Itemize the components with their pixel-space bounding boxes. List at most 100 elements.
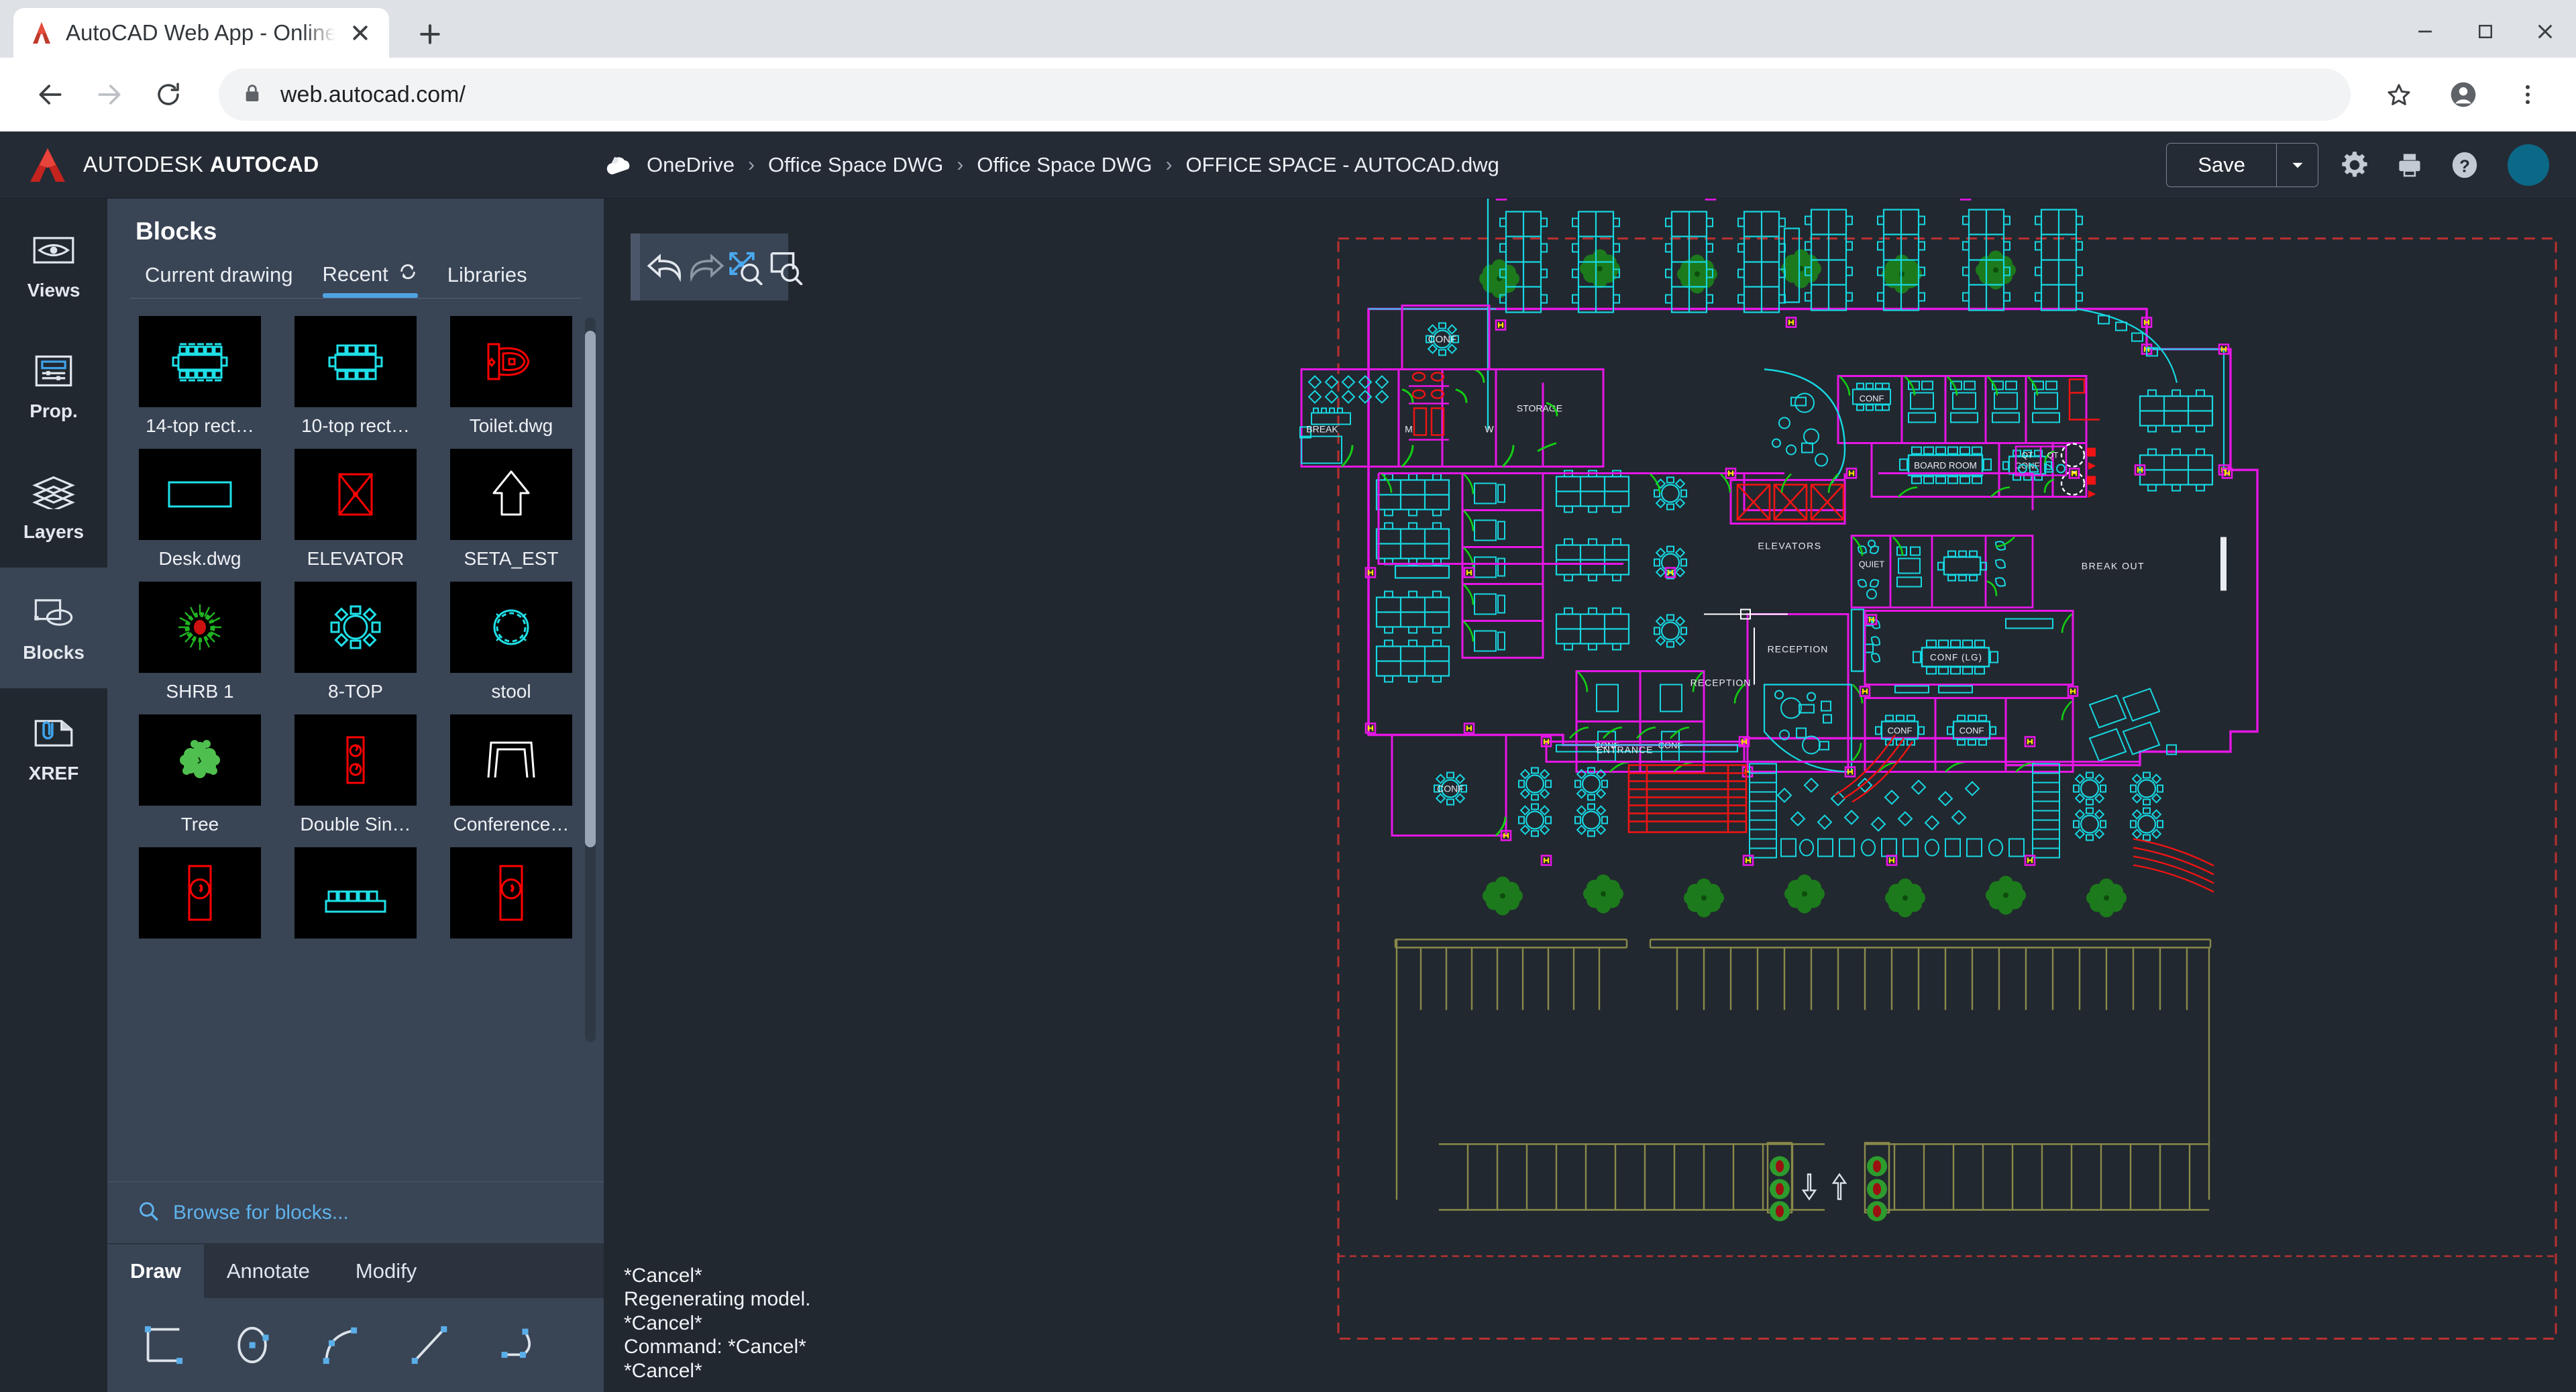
block-item[interactable]: Toilet.dwg: [441, 316, 581, 437]
tab-annotate[interactable]: Annotate: [204, 1244, 333, 1298]
sidebar-item-blocks[interactable]: Blocks: [0, 568, 107, 688]
new-tab-button[interactable]: [407, 11, 453, 58]
building-exterior-trace: [1368, 199, 2147, 309]
room-label: M: [1405, 424, 1413, 435]
block-item[interactable]: SHRB 1: [130, 582, 270, 702]
block-item[interactable]: 8-TOP: [286, 582, 425, 702]
maximize-icon[interactable]: [2475, 21, 2496, 45]
window-close-icon[interactable]: [2534, 21, 2556, 46]
chevron-down-icon[interactable]: [2276, 144, 2318, 186]
tab-draw[interactable]: Draw: [107, 1244, 204, 1298]
printer-icon[interactable]: [2391, 146, 2428, 184]
browser-tab[interactable]: AutoCAD Web App - Online CAD: [13, 8, 389, 58]
avatar[interactable]: [2508, 144, 2549, 186]
block-label: Desk.dwg: [159, 548, 241, 570]
rectangle-tool-icon[interactable]: [137, 1318, 191, 1372]
breadcrumb-item-file[interactable]: OFFICE SPACE - AUTOCAD.dwg: [1186, 153, 1499, 177]
refresh-icon[interactable]: [398, 262, 418, 287]
block-item[interactable]: [130, 847, 270, 947]
block-item[interactable]: 10-top rect…: [286, 316, 425, 437]
browse-for-blocks-button[interactable]: Browse for blocks...: [107, 1181, 604, 1243]
profile-icon[interactable]: [2439, 70, 2487, 119]
sidebar-item-label: Prop.: [30, 400, 78, 422]
toilet-plan-small-icon: [139, 847, 261, 939]
block-label: Tree: [181, 814, 219, 835]
block-label: SETA_EST: [464, 548, 558, 570]
command-line-0: *Cancel*: [624, 1264, 811, 1287]
breadcrumb-item-1[interactable]: Office Space DWG: [768, 153, 943, 177]
zoom-window-icon[interactable]: [765, 246, 804, 288]
blocks-scroll-area[interactable]: 14-top rect…: [107, 299, 604, 1181]
block-item[interactable]: SETA_EST: [441, 449, 581, 570]
block-item[interactable]: stool: [441, 582, 581, 702]
sidebar-item-xref[interactable]: XREF: [0, 688, 107, 809]
service-core-west: BREAK M W STORAGE: [1300, 370, 1603, 467]
brand-block: AUTODESK AUTOCAD: [0, 146, 604, 184]
command-line-2: *Cancel*: [624, 1311, 811, 1335]
undo-icon[interactable]: [645, 246, 686, 288]
board-room-zone: CONF: [1838, 376, 2100, 497]
room-label: CONF: [1860, 394, 1884, 404]
tab-modify[interactable]: Modify: [333, 1244, 439, 1298]
block-item[interactable]: 14-top rect…: [130, 316, 270, 437]
zoom-extents-icon[interactable]: [726, 246, 765, 288]
tab-recent[interactable]: Recent: [308, 258, 433, 298]
room-label: ELEVATORS: [1758, 541, 1821, 551]
circle-tool-icon[interactable]: [225, 1318, 279, 1372]
elevator-x-box-icon: [294, 449, 417, 540]
brand-text: AUTODESK AUTOCAD: [83, 152, 319, 177]
block-item[interactable]: [286, 847, 425, 947]
redo-icon[interactable]: [686, 246, 726, 288]
sidebar-item-properties[interactable]: Prop.: [0, 326, 107, 447]
close-icon[interactable]: [346, 19, 374, 47]
conference-chair-icon: [450, 714, 572, 806]
address-bar[interactable]: web.autocad.com/: [219, 68, 2351, 121]
save-split-button[interactable]: Save: [2166, 143, 2318, 187]
canvas-toolbar: [631, 233, 788, 301]
header-actions: Save ?: [2166, 143, 2576, 187]
tab-current-drawing[interactable]: Current drawing: [130, 259, 308, 298]
browser-tab-title: AutoCAD Web App - Online CAD: [66, 20, 335, 46]
back-arrow-icon[interactable]: [24, 68, 76, 121]
scrollbar-thumb[interactable]: [585, 331, 596, 847]
block-item[interactable]: Conference…: [441, 714, 581, 835]
search-icon: [137, 1199, 160, 1226]
browser-tab-strip: AutoCAD Web App - Online CAD: [0, 0, 2576, 58]
forward-arrow-icon[interactable]: [83, 68, 136, 121]
reload-icon[interactable]: [142, 68, 195, 121]
svg-text:?: ?: [2459, 157, 2470, 176]
polyline-tool-icon[interactable]: [491, 1318, 545, 1372]
block-item[interactable]: [441, 847, 581, 947]
breadcrumb-item-2[interactable]: Office Space DWG: [977, 153, 1152, 177]
eye-view-icon: [30, 230, 78, 270]
breadcrumb-item-0[interactable]: OneDrive: [647, 153, 735, 177]
room-label: CONF: [1888, 726, 1913, 736]
floor-plan-drawing[interactable]: CONF: [604, 199, 2576, 1392]
block-item[interactable]: Desk.dwg: [130, 449, 270, 570]
block-item[interactable]: Double Sin…: [286, 714, 425, 835]
star-icon[interactable]: [2375, 70, 2423, 119]
breadcrumb: OneDrive › Office Space DWG › Office Spa…: [604, 153, 2166, 177]
driveway-curves: [1835, 735, 2214, 892]
tab-libraries[interactable]: Libraries: [433, 259, 542, 298]
block-item[interactable]: ELEVATOR: [286, 449, 425, 570]
brand-vendor: AUTODESK: [83, 152, 203, 176]
command-line-3: Command: *Cancel*: [624, 1335, 811, 1358]
arc-tool-icon[interactable]: [314, 1318, 368, 1372]
elevator-bank: [1731, 480, 1845, 524]
command-line-history[interactable]: *Cancel* Regenerating model. *Cancel* Co…: [624, 1264, 811, 1383]
gear-icon[interactable]: [2336, 146, 2373, 184]
save-button[interactable]: Save: [2167, 144, 2276, 186]
landscape-trees-top: [1479, 250, 2016, 299]
sidebar-item-views[interactable]: Views: [0, 205, 107, 326]
block-item[interactable]: Tree: [130, 714, 270, 835]
line-tool-icon[interactable]: [402, 1318, 456, 1372]
tab-label: Libraries: [447, 263, 527, 287]
help-question-icon[interactable]: ?: [2446, 146, 2483, 184]
block-label: ELEVATOR: [307, 548, 405, 570]
sidebar-item-layers[interactable]: Layers: [0, 447, 107, 568]
minimize-icon[interactable]: [2414, 20, 2436, 46]
vertical-scrollbar[interactable]: [585, 317, 596, 1042]
drawing-canvas[interactable]: CONF: [604, 199, 2576, 1392]
kebab-menu-icon[interactable]: [2504, 70, 2552, 119]
